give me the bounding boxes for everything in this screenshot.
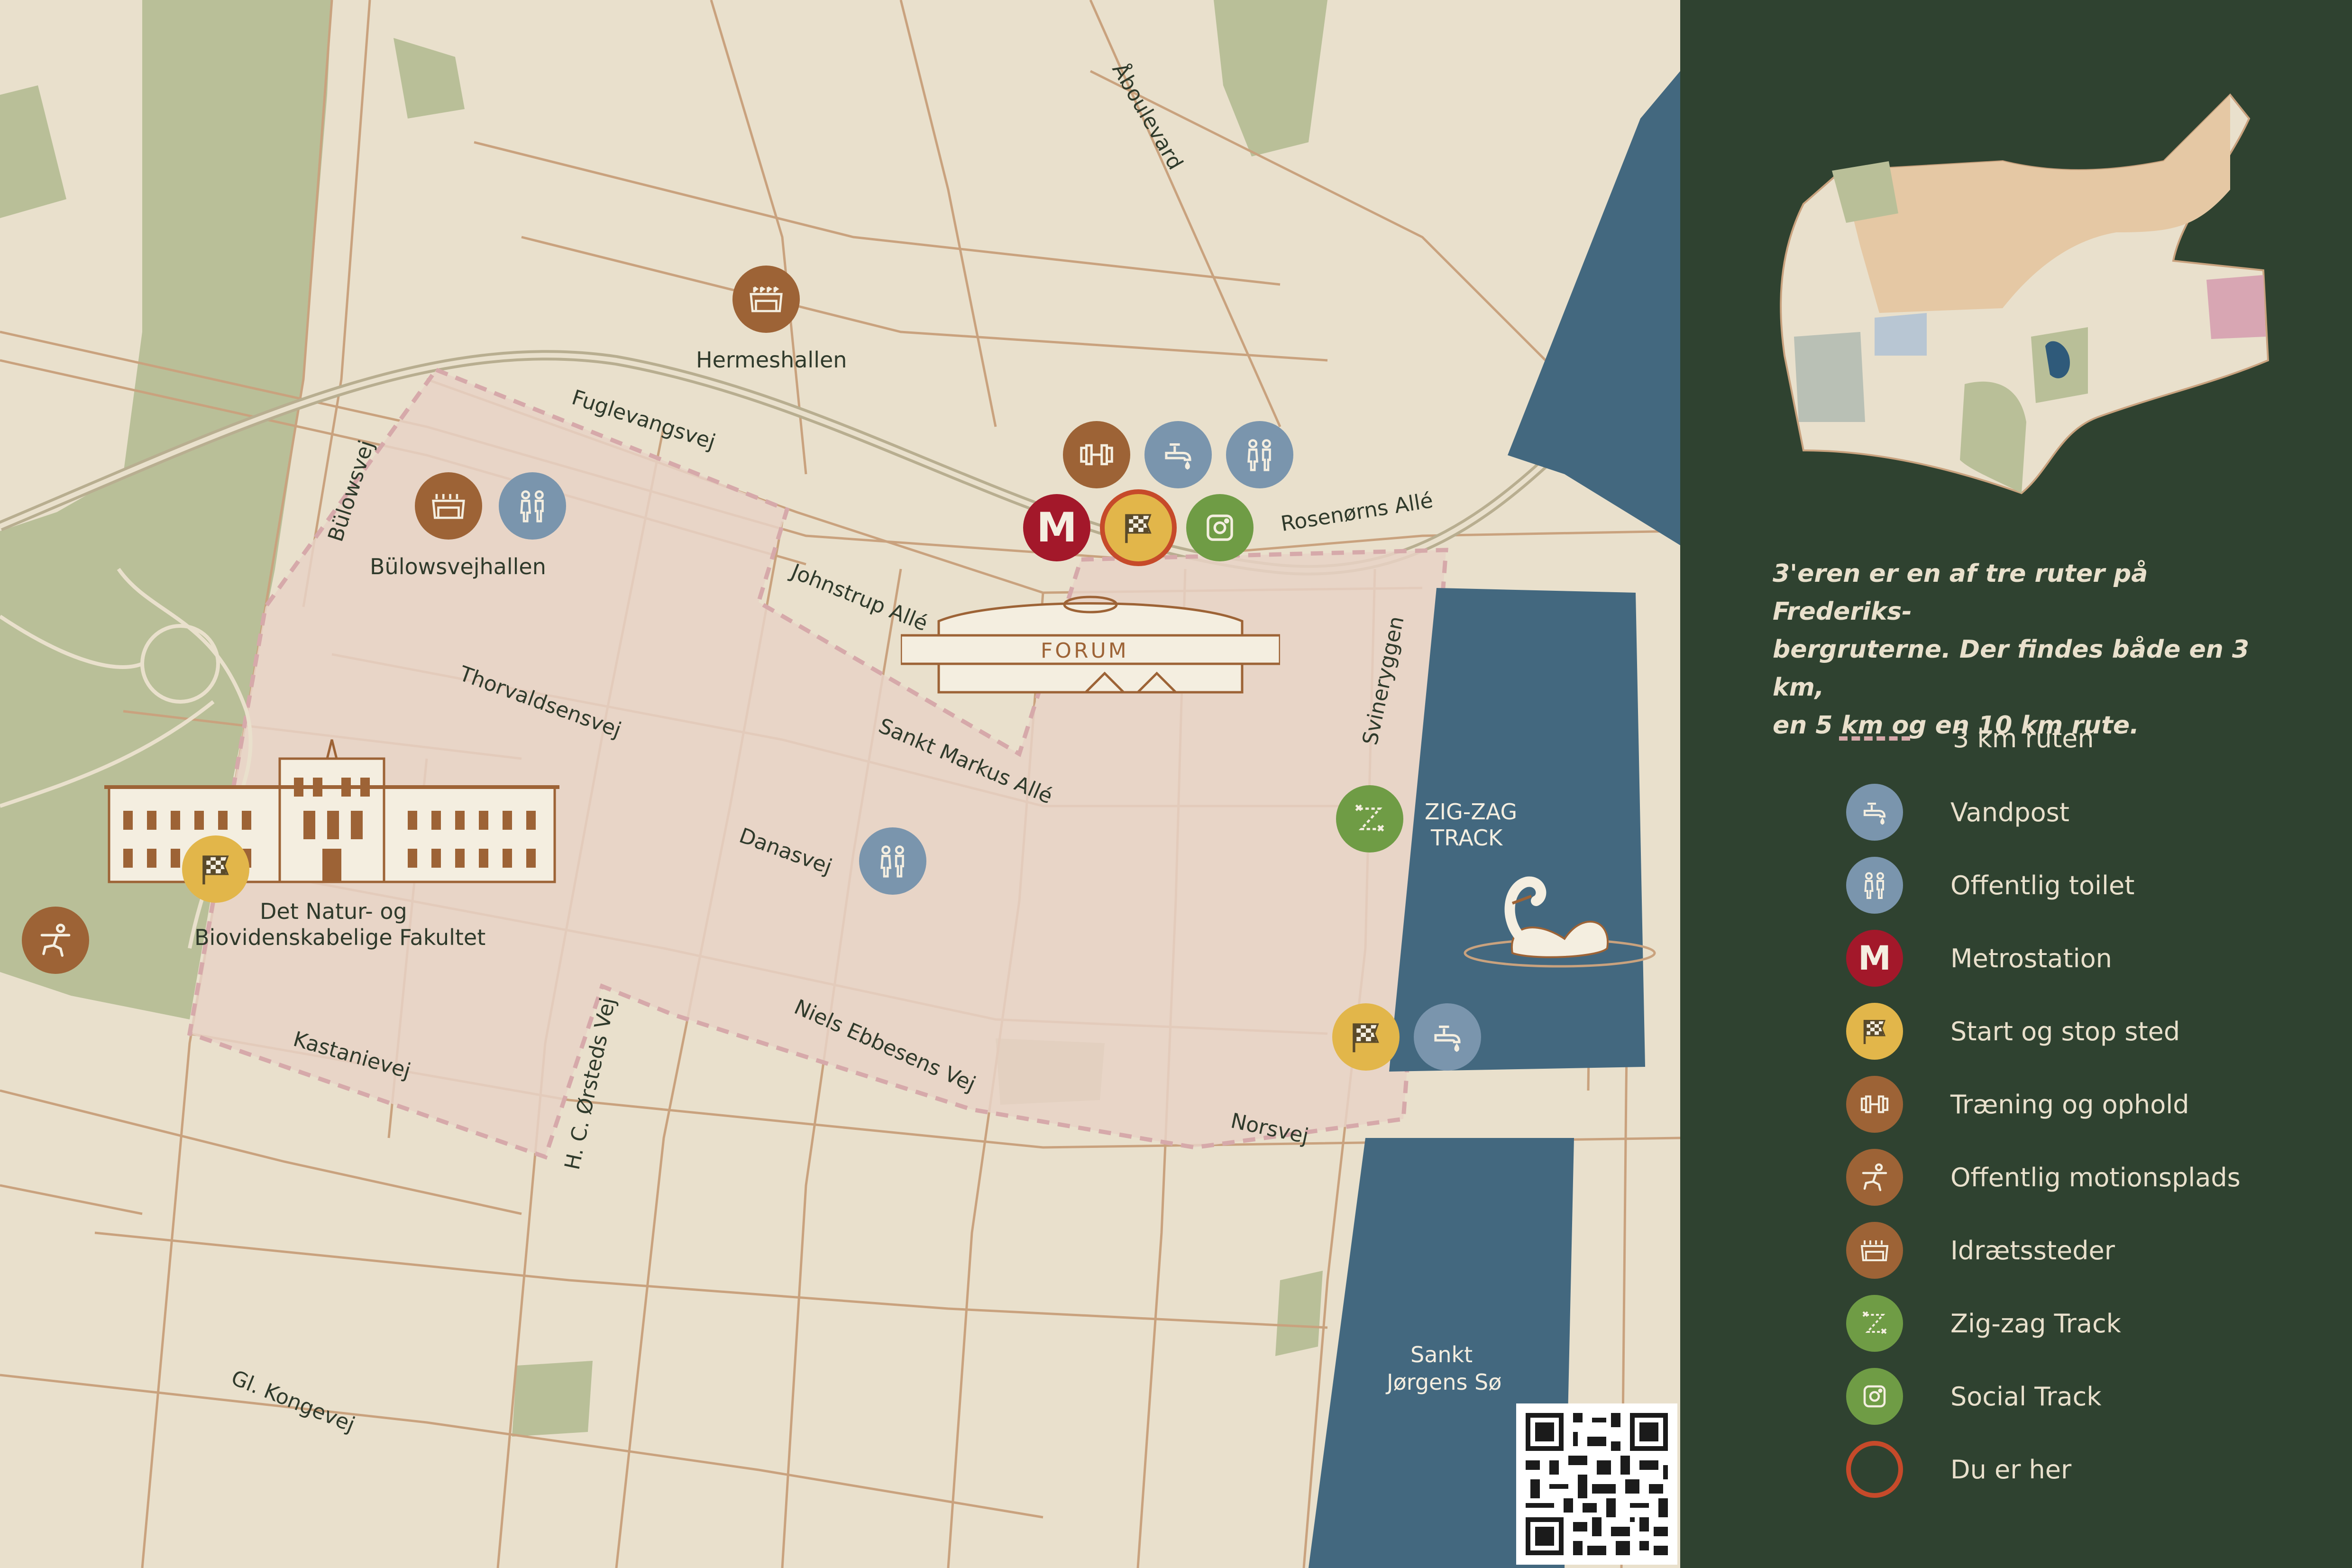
dashed-route-line (1839, 736, 1910, 741)
stadium-icon[interactable] (732, 266, 800, 333)
stadium-icon[interactable] (415, 472, 482, 540)
map-sign: FORUM Åboulevard Fuglevangsvej Bülowsvej… (0, 0, 2352, 1568)
place-label-lake: Sankt (1410, 1342, 1473, 1367)
legend-label: Offentlig motionsplads (1950, 1162, 2241, 1192)
zigzag-icon (1846, 1295, 1903, 1352)
legend-item-training: Træning og ophold (1846, 1076, 2189, 1133)
exercise-figure-icon (1846, 1149, 1903, 1206)
legend-label: Metrostation (1950, 943, 2112, 973)
faculty-building (104, 739, 559, 883)
legend-label: Vandpost (1950, 797, 2069, 827)
legend-item-toilet: Offentlig toilet (1846, 857, 2134, 914)
swan-illustration (1464, 876, 1656, 968)
legend-panel: 3'eren er en af tre ruter på Frederiks- … (1680, 0, 2352, 1568)
overview-map (1780, 93, 2270, 495)
dumbbell-icon (1846, 1076, 1903, 1133)
stadium-icon (1846, 1222, 1903, 1279)
legend-item-social: Social Track (1846, 1368, 2102, 1425)
place-label-faculty: Det Natur- og (260, 899, 407, 924)
legend-item-motion: Offentlig motionsplads (1846, 1149, 2241, 1206)
legend-item-zigzag: Zig-zag Track (1846, 1295, 2121, 1352)
legend-label: Offentlig toilet (1950, 870, 2135, 900)
legend-label: Du er her (1950, 1454, 2072, 1485)
toilet-icon[interactable] (499, 472, 566, 540)
map-area: FORUM Åboulevard Fuglevangsvej Bülowsvej… (0, 0, 1680, 1568)
place-label-hermeshallen: Hermeshallen (696, 347, 847, 373)
place-label-bulowsvejhallen: Bülowsvejhallen (370, 554, 546, 579)
legend-item-water: Vandpost (1846, 784, 2069, 841)
legend-label: Start og stop sted (1950, 1016, 2180, 1046)
place-label-zigzag: ZIG-ZAG (1425, 799, 1518, 825)
toilet-icon[interactable] (859, 827, 926, 895)
checkered-flag-icon (1846, 1003, 1903, 1060)
checkered-flag-icon[interactable] (1332, 1003, 1400, 1071)
camera-icon (1846, 1368, 1903, 1425)
legend-label: 3 km ruten (1953, 723, 2094, 753)
qr-code[interactable] (1516, 1403, 1677, 1565)
place-label-zigzag: TRACK (1431, 825, 1503, 851)
zigzag-icon[interactable] (1336, 785, 1403, 853)
forum-label: FORUM (1041, 639, 1129, 663)
legend-label: Træning og ophold (1950, 1089, 2189, 1119)
legend-item-sports: Idrætssteder (1846, 1222, 2115, 1279)
water-tap-icon[interactable] (1144, 421, 1212, 488)
route-description-line: bergruterne. Der findes både en 3 km, (1773, 635, 2250, 702)
metro-icon[interactable]: M (1023, 494, 1090, 561)
metro-icon: M (1846, 930, 1903, 987)
place-label-lake: Jørgens Sø (1387, 1369, 1502, 1395)
legend-label: Zig-zag Track (1950, 1308, 2121, 1339)
legend-label: Social Track (1950, 1381, 2102, 1412)
exercise-figure-icon[interactable] (22, 907, 89, 974)
legend-label: Idrætssteder (1950, 1235, 2115, 1265)
camera-icon[interactable] (1186, 494, 1254, 561)
checkered-flag-icon[interactable] (1105, 494, 1172, 561)
toilet-icon (1846, 857, 1903, 914)
legend-item-route: 3 km ruten (1839, 710, 2094, 767)
water-tap-icon (1846, 784, 1903, 841)
legend-item-you-are-here: Du er her (1846, 1441, 2071, 1498)
water-tap-icon[interactable] (1414, 1003, 1481, 1071)
place-label-faculty: Biovidenskabelige Fakultet (194, 925, 486, 950)
checkered-flag-icon[interactable] (182, 835, 249, 903)
toilet-icon[interactable] (1226, 421, 1293, 488)
dumbbell-icon[interactable] (1063, 421, 1130, 488)
route-description-line: 3'eren er en af tre ruter på Frederiks- (1773, 559, 2148, 626)
qr-code-pattern (1526, 1413, 1668, 1555)
legend-item-metro: M Metrostation (1846, 930, 2112, 987)
legend-item-start: Start og stop sted (1846, 1003, 2180, 1060)
you-are-here-ring (1846, 1441, 1903, 1498)
